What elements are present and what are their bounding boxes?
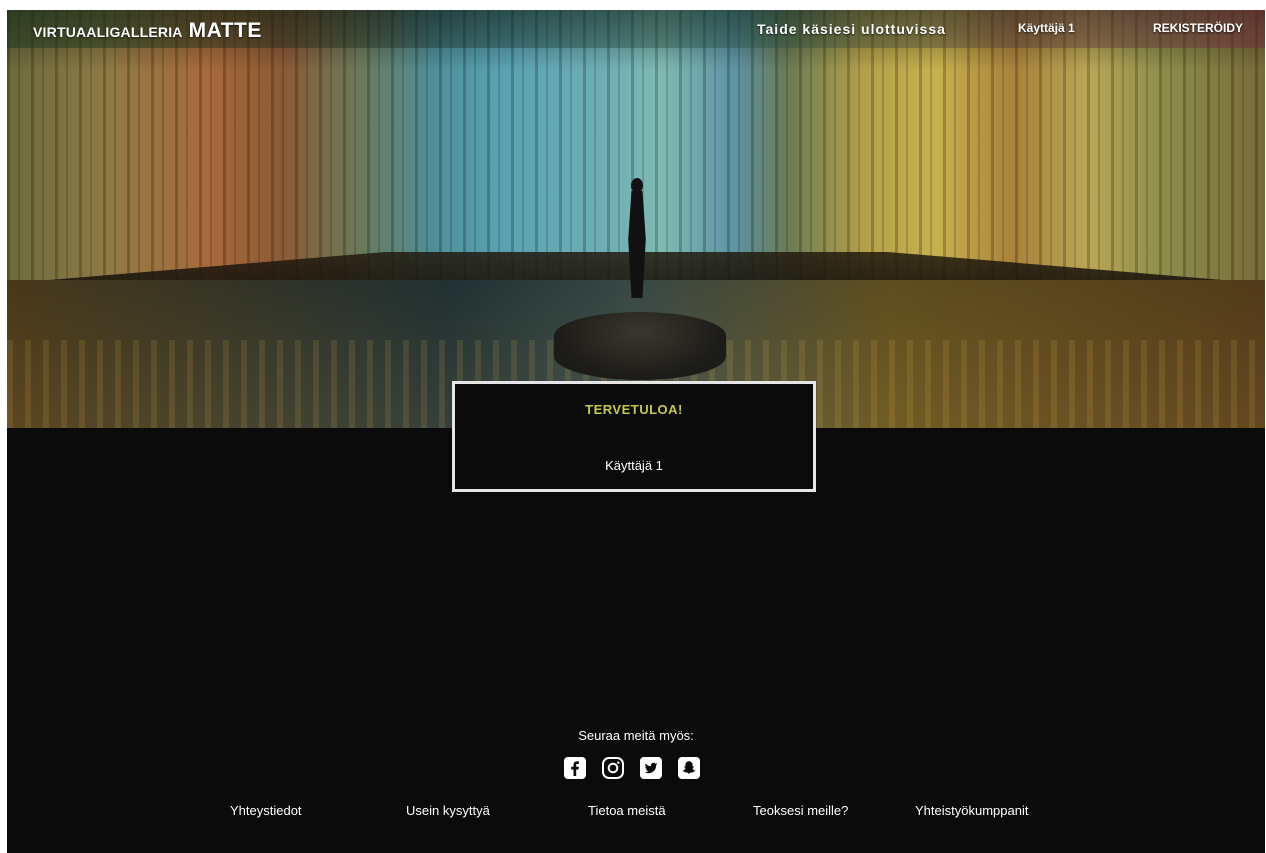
footer-link-faq[interactable]: Usein kysyttyä bbox=[406, 803, 490, 818]
site-tagline: Taide käsiesi ulottuvissa bbox=[757, 21, 946, 37]
visitor-silhouette bbox=[624, 178, 650, 298]
site-logo[interactable]: VIRTUAALIGALLERIA MATTE bbox=[33, 19, 262, 43]
twitter-icon[interactable] bbox=[639, 756, 663, 780]
instagram-icon[interactable] bbox=[601, 756, 625, 780]
brand-name: MATTE bbox=[188, 19, 262, 42]
footer-link-contact[interactable]: Yhteystiedot bbox=[230, 803, 302, 818]
user-account-link[interactable]: Käyttäjä 1 bbox=[1018, 21, 1075, 35]
footer-link-submit-work[interactable]: Teoksesi meille? bbox=[753, 803, 848, 818]
page: VIRTUAALIGALLERIA MATTE Taide käsiesi ul… bbox=[7, 10, 1265, 853]
welcome-panel: TERVETULOA! Käyttäjä 1 bbox=[452, 381, 816, 492]
footer-nav: Yhteystiedot Usein kysyttyä Tietoa meist… bbox=[7, 803, 1265, 821]
hero-painting-image bbox=[7, 10, 1265, 428]
brand-prefix: VIRTUAALIGALLERIA bbox=[33, 24, 183, 40]
top-bar: VIRTUAALIGALLERIA MATTE Taide käsiesi ul… bbox=[7, 10, 1265, 48]
snapchat-icon[interactable] bbox=[677, 756, 701, 780]
social-links bbox=[563, 756, 701, 780]
footer-link-partners[interactable]: Yhteistyökumppanit bbox=[915, 803, 1028, 818]
follow-label: Seuraa meitä myös: bbox=[578, 728, 694, 743]
facebook-icon[interactable] bbox=[563, 756, 587, 780]
bench-shape bbox=[554, 312, 726, 380]
footer-link-about[interactable]: Tietoa meistä bbox=[588, 803, 666, 818]
welcome-title: TERVETULOA! bbox=[585, 402, 683, 417]
welcome-username: Käyttäjä 1 bbox=[605, 458, 663, 473]
register-button[interactable]: REKISTERÖIDY bbox=[1153, 21, 1243, 35]
